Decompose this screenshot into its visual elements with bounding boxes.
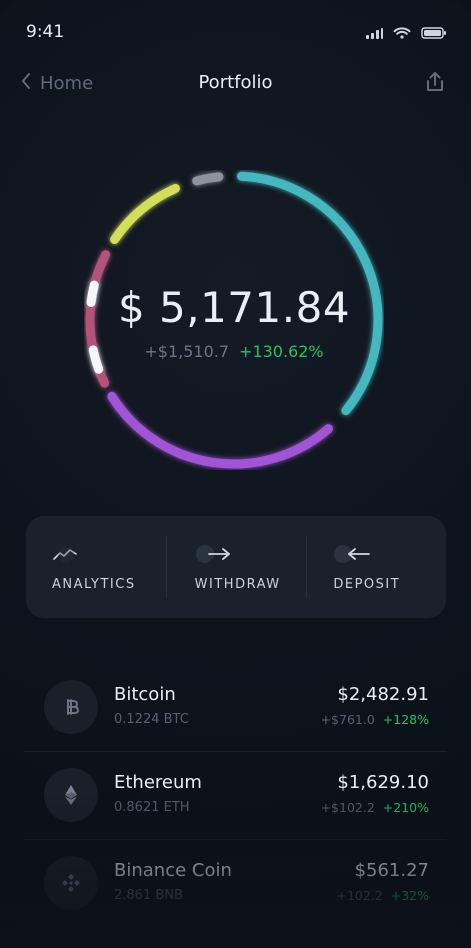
ethereum-icon xyxy=(44,768,98,822)
asset-row-binance[interactable]: Binance Coin 2.861 BNB $561.27 +102.2 +3… xyxy=(0,840,471,928)
status-icons xyxy=(365,24,447,43)
asset-name: Bitcoin xyxy=(114,684,176,705)
asset-name: Binance Coin xyxy=(114,860,232,881)
portfolio-change: +$1,510.7 +130.62% xyxy=(144,342,323,361)
portfolio-balance: $ 5,171.84 xyxy=(117,283,351,332)
asset-quantity: 0.1224 BTC xyxy=(114,712,189,727)
signal-icon xyxy=(365,24,383,43)
withdraw-label: WITHDRAW xyxy=(194,576,281,592)
portfolio-change-absolute: +$1,510.7 xyxy=(144,342,230,361)
asset-quantity: 2.861 BNB xyxy=(114,888,183,903)
balance-summary: $ 5,171.84 +$1,510.7 +130.62% xyxy=(84,170,384,470)
action-bar: ANALYTICS WITHDRAW DEPOSIT xyxy=(26,516,446,618)
page-title: Portfolio xyxy=(198,72,273,93)
asset-change-percent: +210% xyxy=(382,800,429,815)
asset-row-ethereum[interactable]: Ethereum 0.8621 ETH $1,629.10 +$102.2 +2… xyxy=(0,752,471,840)
share-button[interactable] xyxy=(423,70,447,98)
asset-change-absolute: +$102.2 xyxy=(320,800,375,815)
asset-price: $2,482.91 xyxy=(337,684,429,705)
asset-change: +$102.2 +210% xyxy=(321,800,429,815)
withdraw-button[interactable]: WITHDRAW xyxy=(165,516,308,618)
analytics-button[interactable]: ANALYTICS xyxy=(26,516,165,618)
asset-quantity: 0.8621 ETH xyxy=(114,800,190,815)
binance-icon xyxy=(44,856,98,910)
portfolio-change-percent: +130.62% xyxy=(239,342,324,361)
asset-change: +102.2 +32% xyxy=(336,888,429,903)
asset-list: Bitcoin 0.1224 BTC $2,482.91 +$761.0 +12… xyxy=(0,664,471,928)
share-icon xyxy=(423,72,447,98)
status-time: 9:41 xyxy=(26,22,65,42)
asset-change: +$761.0 +128% xyxy=(321,712,429,727)
asset-change-absolute: +102.2 xyxy=(336,888,383,903)
analytics-label: ANALYTICS xyxy=(52,576,136,592)
deposit-button[interactable]: DEPOSIT xyxy=(307,516,446,618)
battery-icon xyxy=(421,24,447,43)
asset-price: $1,629.10 xyxy=(337,772,429,793)
wifi-icon xyxy=(393,24,411,43)
status-bar: 9:41 xyxy=(0,0,471,60)
analytics-icon xyxy=(52,543,165,565)
asset-price: $561.27 xyxy=(354,860,429,881)
arrow-left-icon xyxy=(333,543,446,565)
asset-change-percent: +128% xyxy=(382,712,429,727)
arrow-right-icon xyxy=(195,543,308,565)
asset-change-percent: +32% xyxy=(390,888,429,903)
asset-change-absolute: +$761.0 xyxy=(320,712,375,727)
bitcoin-icon xyxy=(44,680,98,734)
deposit-label: DEPOSIT xyxy=(333,576,401,592)
asset-name: Ethereum xyxy=(114,772,202,793)
top-navigation: Home Portfolio xyxy=(0,62,471,108)
asset-row-bitcoin[interactable]: Bitcoin 0.1224 BTC $2,482.91 +$761.0 +12… xyxy=(0,664,471,752)
phone-screen: 9:41 Home Portfolio $ 5,171.84 +$1,510.7… xyxy=(0,0,471,948)
